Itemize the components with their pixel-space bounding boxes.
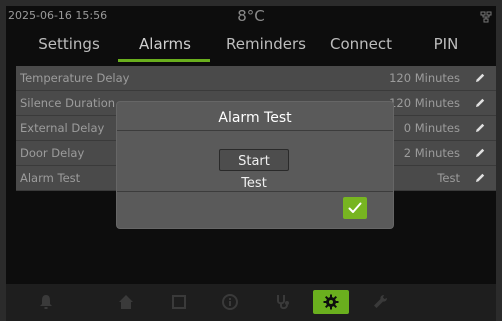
tab-reminders[interactable]: Reminders [216,35,316,53]
setting-label: External Delay [20,121,105,135]
dialog-title: Alarm Test [218,110,292,126]
pencil-icon[interactable] [474,122,486,134]
gear-icon [323,294,339,310]
confirm-button[interactable] [343,197,367,219]
setting-value: 2 Minutes [403,146,460,160]
wrench-icon[interactable] [372,293,390,311]
setting-label: Temperature Delay [20,71,130,85]
pencil-icon[interactable] [474,172,486,184]
setting-value: Test [437,171,460,185]
start-test-button[interactable]: Start Test [219,149,289,191]
setting-label: Door Delay [20,146,85,160]
bottom-nav [6,284,496,321]
list-item[interactable]: Temperature Delay 120 Minutes [16,66,496,91]
alarm-test-dialog: Alarm Test Start Test [117,102,393,228]
tab-alarms[interactable]: Alarms [120,35,210,53]
divider [117,191,393,192]
settings-nav-button[interactable] [313,290,349,314]
network-icon [480,11,492,23]
stethoscope-icon[interactable] [274,293,292,311]
checkmark-icon [348,202,362,213]
divider [117,130,393,131]
setting-value: 120 Minutes [389,96,460,110]
tab-connect[interactable]: Connect [316,35,406,53]
tab-bar: Settings Alarms Reminders Connect PIN [6,28,496,64]
home-icon[interactable] [117,293,135,311]
pencil-icon[interactable] [474,97,486,109]
tab-settings[interactable]: Settings [24,35,114,53]
setting-label: Alarm Test [20,171,81,185]
pencil-icon[interactable] [474,147,486,159]
active-tab-indicator [118,59,210,62]
setting-value: 120 Minutes [389,71,460,85]
info-icon[interactable] [221,293,239,311]
bell-icon[interactable] [37,293,55,311]
tab-pin[interactable]: PIN [406,35,486,53]
pencil-icon[interactable] [474,72,486,84]
square-icon[interactable] [170,293,188,311]
setting-label: Silence Duration [20,96,116,110]
app-screen: 2025-06-16 15:56 8°C Settings Alarms Rem… [0,0,502,321]
setting-value: 0 Minutes [403,121,460,135]
status-bar: 2025-06-16 15:56 8°C [6,6,496,28]
temperature-readout: 8°C [237,7,265,25]
